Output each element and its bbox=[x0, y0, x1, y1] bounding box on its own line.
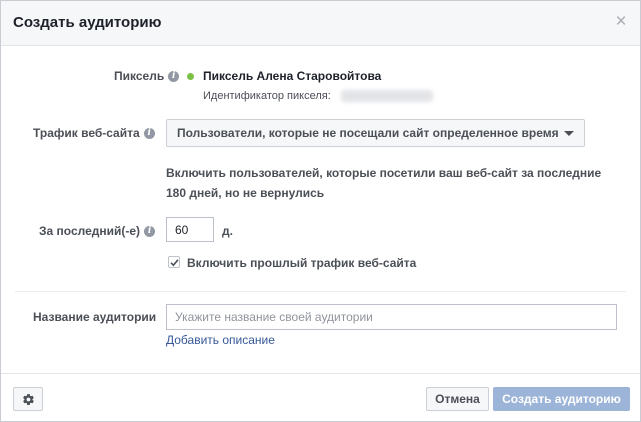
check-icon bbox=[170, 259, 179, 267]
pixel-id-label: Идентификатор пикселя: bbox=[203, 90, 331, 102]
past-traffic-checkbox[interactable] bbox=[168, 256, 180, 268]
pixel-name: Пиксель Алена Старовойтова bbox=[203, 69, 382, 83]
audience-name-input[interactable] bbox=[166, 304, 617, 330]
traffic-select-value: Пользователи, которые не посещали сайт о… bbox=[177, 126, 559, 140]
traffic-description: Включить пользователей, которые посетили… bbox=[166, 166, 602, 200]
period-label-row: За последний(-е) i bbox=[39, 224, 156, 238]
chevron-down-icon bbox=[564, 131, 574, 136]
traffic-label-row: Трафик веб-сайта i bbox=[33, 126, 155, 140]
close-icon[interactable]: × bbox=[612, 12, 630, 31]
days-unit: д. bbox=[222, 224, 233, 238]
audience-name-label: Название аудитории bbox=[33, 310, 157, 324]
dialog-header: Создать аудиторию × bbox=[1, 1, 640, 46]
pixel-status-dot bbox=[187, 73, 194, 80]
gear-icon bbox=[23, 394, 34, 405]
settings-button[interactable] bbox=[13, 387, 43, 411]
days-input[interactable] bbox=[166, 217, 214, 242]
section-divider bbox=[15, 291, 626, 292]
cancel-button[interactable]: Отмена bbox=[426, 387, 489, 411]
info-icon[interactable]: i bbox=[143, 128, 155, 140]
dialog-footer: Отмена Создать аудиторию bbox=[1, 373, 640, 422]
past-traffic-label: Включить прошлый трафик веб-сайта bbox=[187, 256, 417, 270]
traffic-select[interactable]: Пользователи, которые не посещали сайт о… bbox=[166, 119, 585, 147]
create-audience-button[interactable]: Создать аудиторию bbox=[493, 387, 630, 411]
period-label: За последний(-е) bbox=[39, 224, 141, 238]
traffic-label: Трафик веб-сайта bbox=[33, 126, 140, 140]
pixel-id-redacted bbox=[341, 90, 433, 102]
add-description-link[interactable]: Добавить описание bbox=[166, 333, 275, 347]
pixel-label-row: Пиксель i bbox=[114, 69, 180, 83]
pixel-label: Пиксель bbox=[114, 69, 165, 83]
dialog-title: Создать аудиторию bbox=[13, 14, 162, 31]
info-icon[interactable]: i bbox=[144, 226, 156, 238]
info-icon[interactable]: i bbox=[168, 71, 180, 83]
create-audience-dialog: Создать аудиторию × Пиксель i Пиксель Але… bbox=[0, 0, 641, 422]
